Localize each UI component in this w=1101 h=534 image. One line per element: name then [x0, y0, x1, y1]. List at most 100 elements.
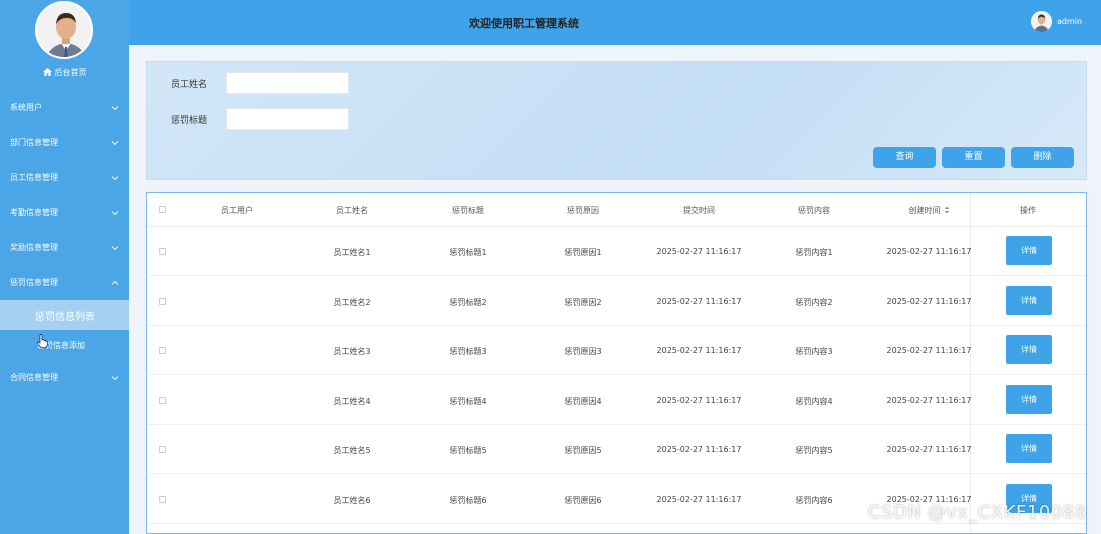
punish-title-input[interactable] [226, 108, 349, 130]
punishment-submenu: 惩罚信息列表 惩罚信息添加 [0, 300, 129, 360]
sidebar-item-department[interactable]: 部门信息管理 [0, 125, 129, 160]
table-cell-create-time: 2025-02-27 11:16:17 [886, 247, 972, 256]
table-cell-reason: 惩罚原因2 [564, 297, 602, 307]
column-header: 惩罚标题 [452, 206, 484, 215]
row-checkbox[interactable] [159, 396, 166, 404]
profile-avatar [35, 1, 93, 59]
data-table: 员工用户 员工姓名 惩罚标题 惩罚原因 提交时间 惩罚内容 创建时间 操作 员工… [146, 192, 1087, 534]
sidebar-item-contract[interactable]: 合同信息管理 [0, 360, 129, 395]
sidebar-item-label: 系统用户 [10, 103, 42, 112]
row-checkbox[interactable] [159, 347, 166, 354]
table-cell-create-time: 2025-02-27 11:16:17 [886, 445, 972, 454]
table-cell-content: 惩罚内容3 [795, 347, 833, 356]
table-cell-create-time: 2025-02-27 11:16:17 [886, 346, 972, 355]
table-cell-title: 惩罚标题4 [449, 396, 487, 406]
table-cell-submit-time: 2025-02-27 11:16:17 [656, 395, 742, 405]
sidebar-item-label: 考勤信息管理 [10, 208, 58, 217]
table-cell-reason: 惩罚原因5 [564, 446, 602, 455]
sidebar-item-employee[interactable]: 员工信息管理 [0, 160, 129, 195]
employee-name-input[interactable] [226, 72, 349, 94]
chevron-down-icon [111, 175, 119, 180]
delete-button[interactable]: 删除 [1011, 147, 1074, 168]
table-cell-create-time: 2025-02-27 11:16:17 [886, 296, 972, 306]
column-header: 操作 [1020, 206, 1036, 215]
chevron-down-icon [111, 210, 119, 215]
detail-button[interactable]: 详情 [1006, 335, 1052, 364]
watermark: CSDN @vx_CXKF10088 [868, 502, 1087, 523]
column-header: 提交时间 [683, 206, 715, 215]
table-cell-name: 员工姓名4 [333, 396, 371, 406]
table-cell-title: 惩罚标题1 [449, 248, 487, 257]
table-cell-name: 员工姓名6 [333, 495, 371, 505]
table-cell-content: 惩罚内容2 [795, 297, 833, 307]
sidebar-item-label: 部门信息管理 [10, 138, 58, 147]
punish-title-label: 惩罚标题 [171, 116, 208, 126]
sidebar-item-punishment[interactable]: 惩罚信息管理 [0, 265, 129, 300]
sidebar-item-label: 奖励信息管理 [10, 243, 58, 252]
table-cell-title: 惩罚标题2 [449, 297, 487, 307]
table-cell-create-time: 2025-02-27 11:16:17 [886, 395, 972, 405]
table-cell-content: 惩罚内容4 [795, 396, 833, 406]
detail-button[interactable]: 详情 [1006, 434, 1052, 463]
table-row: 员工姓名5 惩罚标题5 惩罚原因5 2025-02-27 11:16:17 惩罚内容5 2… [147, 425, 1086, 474]
table-row: 员工姓名3 惩罚标题3 惩罚原因3 2025-02-27 11:16:17 惩罚内容3 2… [147, 326, 1086, 375]
avatar-image [37, 3, 91, 57]
sidebar-item-attendance[interactable]: 考勤信息管理 [0, 195, 129, 230]
column-header: 员工姓名 [336, 206, 368, 215]
table-cell-submit-time: 2025-02-27 11:16:17 [656, 494, 742, 504]
user-avatar[interactable] [1031, 11, 1052, 32]
sidebar-menu: 系统用户 部门信息管理 员工信息管理 考勤信息管理 奖励信息管理 惩罚信息管理 … [0, 90, 129, 395]
sidebar-subitem-label: 惩罚信息列表 [35, 311, 95, 323]
home-label: 后台首页 [54, 68, 87, 77]
sidebar-subitem-punishment-list[interactable]: 惩罚信息列表 [0, 300, 129, 330]
top-bar: 欢迎使用职工管理系统 admin [129, 0, 1101, 45]
table-cell-reason: 惩罚原因3 [564, 347, 602, 356]
table-cell-content: 惩罚内容1 [795, 248, 833, 257]
chevron-down-icon [111, 105, 119, 110]
home-link[interactable]: 后台首页 [0, 67, 129, 78]
employee-name-label: 员工姓名 [171, 80, 208, 90]
detail-button[interactable]: 详情 [1006, 285, 1052, 315]
hand-cursor-icon [37, 334, 48, 348]
sidebar-item-system-users[interactable]: 系统用户 [0, 90, 129, 125]
table-cell-title: 惩罚标题3 [449, 347, 487, 356]
table-row: 员工姓名4 惩罚标题4 惩罚原因4 2025-02-27 11:16:17 惩罚内容4 2… [147, 376, 1086, 425]
username-label[interactable]: admin [1057, 17, 1082, 26]
sidebar-subitem-punishment-add[interactable]: 惩罚信息添加 [0, 330, 129, 360]
table-cell-submit-time: 2025-02-27 11:16:17 [656, 247, 742, 256]
table-cell-title: 惩罚标题5 [449, 446, 487, 455]
table-cell-submit-time: 2025-02-27 11:16:17 [656, 445, 742, 454]
table-header: 员工用户 员工姓名 惩罚标题 惩罚原因 提交时间 惩罚内容 创建时间 操作 [147, 193, 1086, 227]
chevron-down-icon [111, 375, 119, 380]
row-checkbox[interactable] [159, 446, 166, 453]
sidebar-item-label: 员工信息管理 [10, 173, 58, 182]
table-cell-name: 员工姓名2 [333, 297, 371, 307]
detail-button[interactable]: 详情 [1006, 384, 1052, 414]
select-all-checkbox[interactable] [159, 206, 166, 213]
table-cell-content: 惩罚内容6 [795, 495, 833, 505]
table-cell-content: 惩罚内容5 [795, 446, 833, 455]
chevron-down-icon [111, 140, 119, 145]
sidebar-item-label: 惩罚信息管理 [10, 278, 58, 287]
table-cell-name: 员工姓名1 [333, 248, 371, 257]
home-icon [42, 68, 52, 76]
sidebar-item-reward[interactable]: 奖励信息管理 [0, 230, 129, 265]
detail-button[interactable]: 详情 [1006, 236, 1052, 265]
sort-icon[interactable] [944, 206, 950, 214]
chevron-up-icon [111, 280, 119, 285]
column-header: 员工用户 [221, 206, 253, 215]
table-cell-reason: 惩罚原因1 [564, 248, 602, 257]
table-cell-reason: 惩罚原因4 [564, 396, 602, 406]
query-button[interactable]: 查询 [873, 147, 936, 168]
table-cell-reason: 惩罚原因6 [564, 495, 602, 505]
row-checkbox[interactable] [159, 297, 166, 305]
avatar-image [1031, 11, 1052, 32]
row-checkbox[interactable] [159, 495, 166, 503]
reset-button[interactable]: 重置 [942, 147, 1005, 168]
sidebar: 后台首页 系统用户 部门信息管理 员工信息管理 考勤信息管理 奖励信息管理 惩罚… [0, 0, 129, 534]
table-cell-title: 惩罚标题6 [449, 495, 487, 505]
column-header-sortable[interactable]: 创建时间 [894, 205, 964, 216]
table-cell-name: 员工姓名3 [333, 347, 371, 356]
column-header: 惩罚内容 [798, 206, 830, 215]
row-checkbox[interactable] [159, 248, 166, 255]
